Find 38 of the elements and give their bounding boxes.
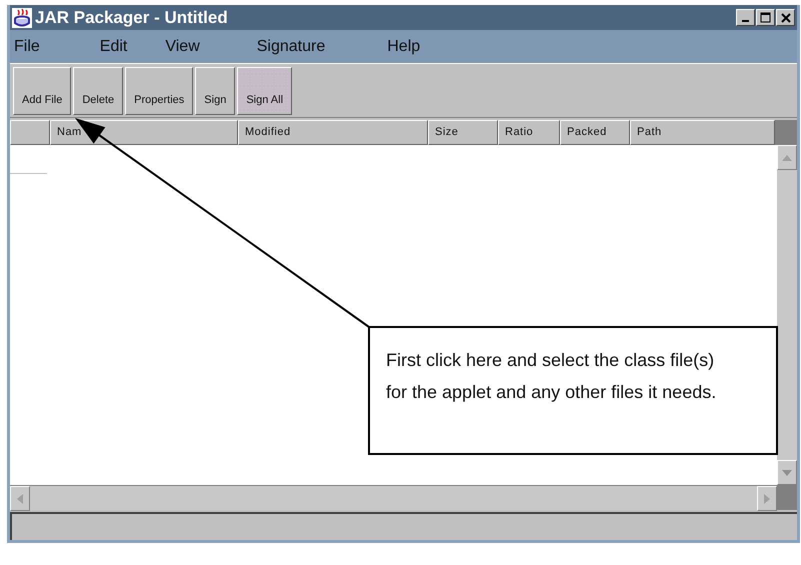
minimize-button[interactable]	[736, 9, 755, 26]
menu-item[interactable]: File	[14, 38, 40, 56]
maximize-button[interactable]	[756, 9, 775, 26]
toolbar-button[interactable]: Delete	[73, 67, 124, 115]
menu-item[interactable]: Help	[387, 38, 420, 56]
toolbar-button[interactable]: Sign	[195, 67, 236, 115]
column-header[interactable]: Size	[428, 120, 498, 145]
close-icon	[780, 12, 790, 22]
arrow-right-icon	[764, 494, 770, 504]
header-corner	[775, 120, 797, 145]
scroll-up-button[interactable]	[777, 145, 797, 170]
toolbar-button[interactable]: Properties	[125, 67, 194, 115]
toolbar-button[interactable]: Sign All	[237, 67, 292, 115]
column-header[interactable]: Path	[630, 120, 775, 145]
callout-text: First click here and select the class file(s) for the applet and any other files it needs.	[386, 349, 718, 404]
vertical-scrollbar[interactable]	[777, 145, 797, 485]
close-button[interactable]	[776, 9, 795, 26]
toolbar-button[interactable]: Add File	[13, 67, 72, 115]
scroll-right-button[interactable]	[757, 486, 777, 511]
window-title: JAR Packager - Untitled	[35, 8, 229, 28]
column-header[interactable]: Ratio	[498, 120, 560, 145]
arrow-left-icon	[17, 494, 23, 504]
column-header[interactable]: Packed	[560, 120, 630, 145]
scrollbar-corner	[777, 485, 797, 510]
menu-item[interactable]: Signature	[256, 38, 326, 56]
scroll-left-button[interactable]	[10, 486, 30, 511]
arrow-up-icon	[782, 154, 792, 160]
header-cell[interactable]	[10, 120, 50, 145]
menu-item[interactable]: Edit	[100, 38, 128, 56]
maximize-icon	[760, 12, 771, 23]
column-header[interactable]: Nam	[50, 120, 238, 145]
scroll-down-button[interactable]	[777, 460, 797, 485]
column-header[interactable]: Modified	[238, 120, 428, 145]
horizontal-scrollbar[interactable]	[10, 485, 777, 510]
menu-item[interactable]: View	[165, 38, 200, 56]
coffee-cup-icon	[12, 8, 32, 28]
minimize-icon	[742, 20, 749, 22]
arrow-down-icon	[782, 470, 792, 476]
